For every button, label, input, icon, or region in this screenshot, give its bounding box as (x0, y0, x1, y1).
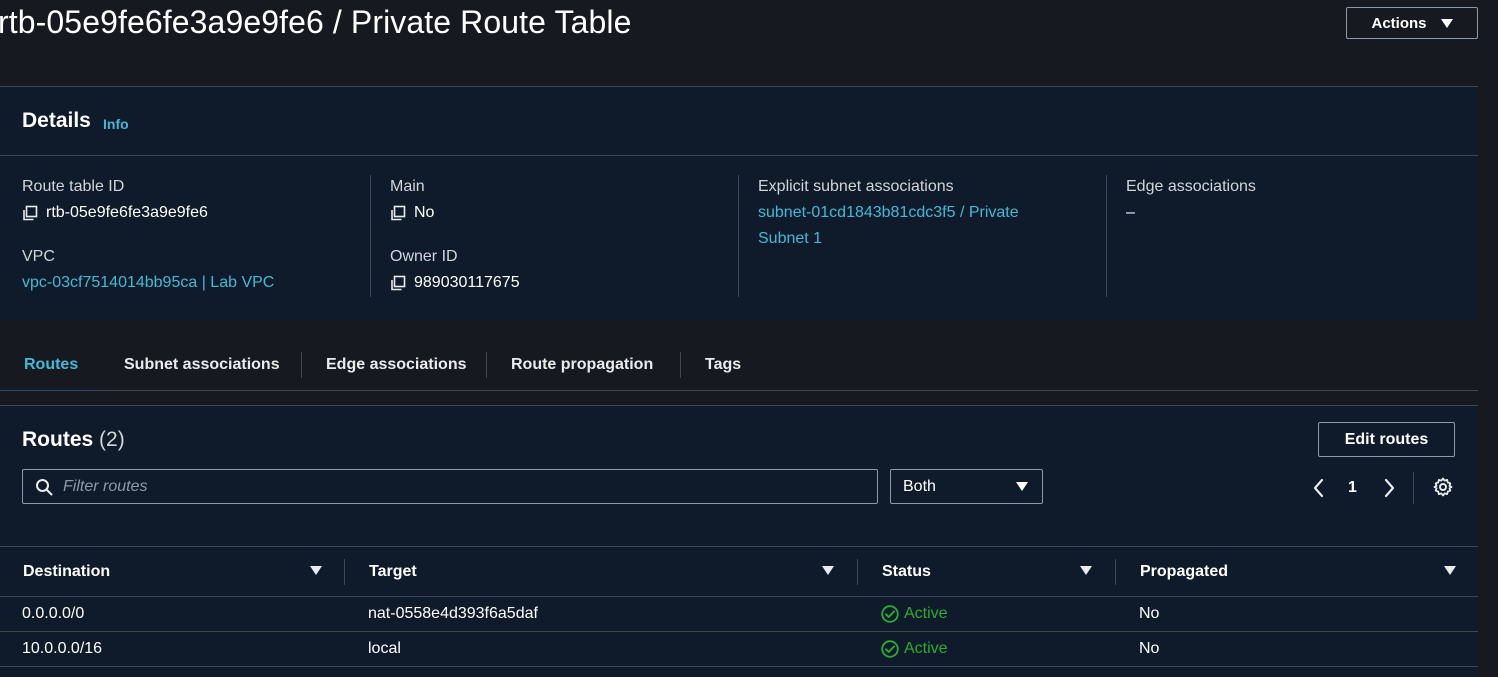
filter-routes-field[interactable] (22, 469, 878, 504)
column-divider (738, 175, 739, 297)
routes-count: (2) (99, 428, 125, 451)
owner-id-value: 989030117675 (390, 274, 520, 292)
vpc-label: VPC (22, 248, 55, 265)
cell-target-link[interactable]: nat-0558e4d393f6a5daf (368, 597, 538, 631)
column-header-propagated[interactable]: Propagated (1140, 547, 1228, 597)
status-text: Active (904, 640, 948, 657)
details-title: Details (22, 109, 91, 132)
column-separator[interactable] (857, 559, 858, 585)
column-header-status[interactable]: Status (882, 547, 931, 597)
explicit-subnet-label: Explicit subnet associations (758, 178, 954, 195)
cell-status: Active (881, 632, 948, 666)
copy-icon[interactable] (390, 205, 406, 221)
main-text: No (414, 204, 435, 221)
explicit-subnet-link-line2[interactable]: Subnet 1 (758, 230, 822, 248)
tab-separator (486, 352, 487, 378)
page-title: rtb-05e9fe6fe3a9e9fe6 / Private Route Ta… (0, 4, 632, 40)
table-row: 0.0.0.0/0 nat-0558e4d393f6a5daf Active N… (0, 597, 1478, 632)
actions-label: Actions (1371, 14, 1427, 32)
tab-active-indicator (0, 387, 98, 390)
tab-tags[interactable]: Tags (705, 340, 741, 390)
search-icon (36, 478, 53, 495)
details-header: Details Info (0, 87, 1478, 156)
tab-route-propagation[interactable]: Route propagation (511, 340, 653, 390)
routes-panel: Routes (2) Edit routes Both 1 Destinatio… (0, 405, 1478, 677)
edge-associations-label: Edge associations (1126, 178, 1256, 195)
chevron-right-icon[interactable] (1381, 478, 1397, 498)
check-circle-icon (881, 605, 899, 623)
copy-icon[interactable] (22, 205, 38, 221)
cell-destination: 10.0.0.0/16 (22, 640, 103, 657)
cell-status: Active (881, 597, 948, 631)
main-label: Main (390, 178, 425, 195)
tab-separator (301, 352, 302, 378)
details-panel: Details Info Route table ID rtb-05e9fe6f… (0, 86, 1478, 320)
info-link[interactable]: Info (103, 116, 129, 132)
column-divider (1106, 175, 1107, 297)
tab-edge-associations[interactable]: Edge associations (326, 340, 467, 390)
routes-table-header: Destination Target Status Propagated (0, 546, 1478, 597)
sort-down-icon[interactable] (1080, 566, 1092, 575)
main-value: No (390, 204, 434, 222)
filter-scope-value: Both (903, 477, 936, 495)
edge-associations-value: – (1126, 204, 1135, 221)
route-table-id-value: rtb-05e9fe6fe3a9e9fe6 (22, 204, 208, 222)
filter-routes-input[interactable] (61, 476, 861, 497)
tabs: Routes Subnet associations Edge associat… (0, 340, 1478, 391)
column-header-target[interactable]: Target (369, 547, 417, 597)
caret-down-icon (1440, 18, 1453, 28)
table-row: 10.0.0.0/16 local Active No (0, 632, 1478, 667)
owner-id-text: 989030117675 (414, 274, 520, 291)
routes-title: Routes (2) (22, 428, 125, 452)
edit-routes-button[interactable]: Edit routes (1318, 422, 1455, 457)
gear-icon[interactable] (1433, 477, 1453, 497)
cell-target: local (368, 640, 401, 657)
route-table-id-text: rtb-05e9fe6fe3a9e9fe6 (46, 204, 208, 221)
caret-down-icon (1016, 482, 1028, 491)
column-divider (370, 175, 371, 297)
cell-propagated: No (1139, 640, 1160, 657)
sort-down-icon[interactable] (1444, 566, 1456, 575)
routes-title-text: Routes (22, 428, 94, 451)
status-text: Active (904, 605, 948, 622)
sort-down-icon[interactable] (822, 566, 834, 575)
copy-icon[interactable] (390, 275, 406, 291)
cell-propagated: No (1139, 605, 1160, 622)
sort-down-icon[interactable] (310, 566, 322, 575)
filter-scope-select[interactable]: Both (890, 469, 1043, 504)
tab-separator (680, 352, 681, 378)
pager-separator (1413, 472, 1414, 504)
route-table-id-label: Route table ID (22, 178, 125, 195)
column-separator[interactable] (1115, 559, 1116, 585)
page-header: rtb-05e9fe6fe3a9e9fe6 / Private Route Ta… (0, 0, 1498, 86)
explicit-subnet-link-line1[interactable]: subnet-01cd1843b81cdc3f5 / Private (758, 204, 1019, 222)
column-separator[interactable] (344, 559, 345, 585)
tab-subnet-associations[interactable]: Subnet associations (124, 340, 280, 390)
actions-button[interactable]: Actions (1346, 7, 1478, 39)
vpc-link[interactable]: vpc-03cf7514014bb95ca | Lab VPC (22, 274, 274, 292)
page-number[interactable]: 1 (1348, 479, 1357, 497)
chevron-left-icon[interactable] (1311, 478, 1327, 498)
owner-id-label: Owner ID (390, 248, 458, 265)
cell-destination: 0.0.0.0/0 (22, 605, 85, 622)
column-header-destination[interactable]: Destination (23, 547, 110, 597)
check-circle-icon (881, 640, 899, 658)
tab-routes[interactable]: Routes (24, 340, 78, 390)
